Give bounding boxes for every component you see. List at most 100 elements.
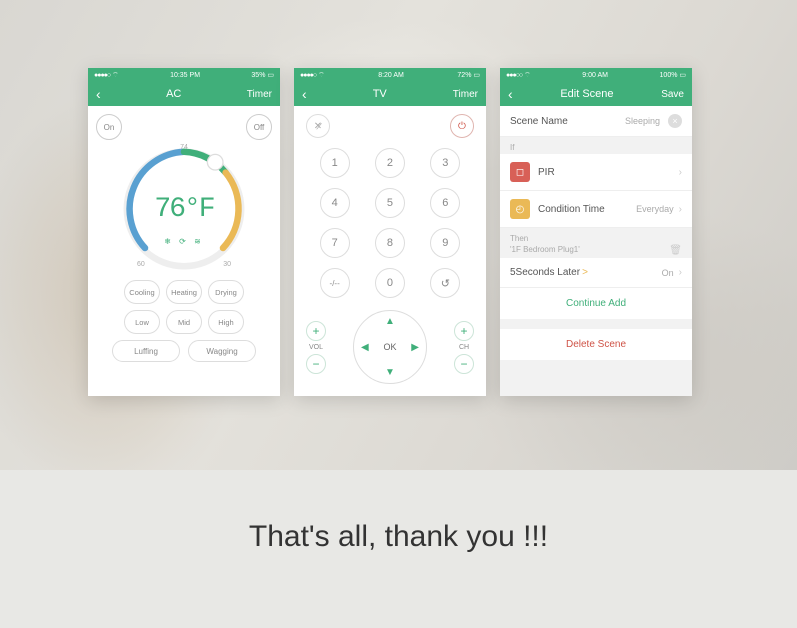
key-5[interactable]: 5 xyxy=(375,188,405,218)
off-button[interactable]: Off xyxy=(246,114,272,140)
arrow-down-icon[interactable]: ▼ xyxy=(385,367,395,378)
arrow-right-icon[interactable]: ▶ xyxy=(411,342,419,353)
delete-scene-button[interactable]: Delete Scene xyxy=(500,329,692,360)
arrow-up-icon[interactable]: ▲ xyxy=(385,316,395,327)
if-section: If xyxy=(500,137,692,154)
battery-pct: 35% xyxy=(251,72,265,79)
fan-high[interactable]: High xyxy=(208,310,244,334)
key-9[interactable]: 9 xyxy=(430,228,460,258)
luffing-button[interactable]: Luffing xyxy=(112,340,180,362)
pir-label: PIR xyxy=(538,167,674,178)
fan-low[interactable]: Low xyxy=(124,310,160,334)
continue-add-button[interactable]: Continue Add xyxy=(500,288,692,319)
battery-pct: 72% xyxy=(457,72,471,79)
scene-name-label: Scene Name xyxy=(510,116,625,127)
chevron-right-icon: › xyxy=(679,267,682,278)
ch-control: + CH − xyxy=(454,321,474,374)
key-7[interactable]: 7 xyxy=(320,228,350,258)
clock-icon: ◴ xyxy=(510,199,530,219)
condition-row[interactable]: ◴ Condition Time Everyday › xyxy=(500,191,692,228)
mode-drying[interactable]: Drying xyxy=(208,280,244,304)
then-device: '1F Bedroom Plug1' xyxy=(510,245,580,256)
vol-down[interactable]: − xyxy=(306,354,326,374)
key-back[interactable]: ↺ xyxy=(430,268,460,298)
ch-down[interactable]: − xyxy=(454,354,474,374)
clear-icon[interactable]: × xyxy=(668,114,682,128)
scene-name-row[interactable]: Scene Name Sleeping × xyxy=(500,106,692,137)
key-6[interactable]: 6 xyxy=(430,188,460,218)
back-button[interactable]: ‹ xyxy=(302,86,307,102)
scene-name-value: Sleeping xyxy=(625,116,660,126)
delay-row[interactable]: 5Seconds Later > On › xyxy=(500,258,692,288)
arrow-left-icon[interactable]: ◀ xyxy=(361,342,369,353)
wagging-button[interactable]: Wagging xyxy=(188,340,256,362)
fan-mid[interactable]: Mid xyxy=(166,310,202,334)
timer-button[interactable]: Timer xyxy=(247,89,272,100)
signal-icon: ●●●○○ xyxy=(506,72,522,79)
key-8[interactable]: 8 xyxy=(375,228,405,258)
key-1[interactable]: 1 xyxy=(320,148,350,178)
vol-control: + VOL − xyxy=(306,321,326,374)
pir-row[interactable]: ◻ PIR › xyxy=(500,154,692,191)
battery-pct: 100% xyxy=(660,72,678,79)
ch-label: CH xyxy=(459,344,469,351)
delay-value: On xyxy=(662,268,674,278)
condition-value: Everyday xyxy=(636,204,674,214)
wifi-icon: ⌔ xyxy=(318,72,325,79)
status-bar: ●●●●○ ⌔ 8:20 AM 72% ▭ xyxy=(294,68,486,82)
delay-label: 5Seconds Later xyxy=(510,267,580,278)
temp-value: 76°F xyxy=(119,144,249,274)
save-button[interactable]: Save xyxy=(661,89,684,100)
signal-icon: ●●●●○ xyxy=(94,72,110,79)
ac-phone: ●●●●○ ⌔ 10:35 PM 35% ▭ ‹ AC Timer On Off… xyxy=(88,68,280,396)
back-button[interactable]: ‹ xyxy=(96,86,101,102)
page-title: TV xyxy=(373,88,387,100)
ok-button[interactable]: OK xyxy=(383,342,396,352)
vol-up[interactable]: + xyxy=(306,321,326,341)
tv-phone: ●●●●○ ⌔ 8:20 AM 72% ▭ ‹ TV Timer ✕̷ ⏻ 1 … xyxy=(294,68,486,396)
mode-icons: ❄ ⟳ ≋ xyxy=(119,237,249,246)
status-bar: ●●●○○ ⌔ 9:00 AM 100% ▭ xyxy=(500,68,692,82)
page-title: AC xyxy=(166,88,181,100)
key-4[interactable]: 4 xyxy=(320,188,350,218)
mute-button[interactable]: ✕̷ xyxy=(306,114,330,138)
status-time: 9:00 AM xyxy=(582,72,608,79)
nav-bar: ‹ Edit Scene Save xyxy=(500,82,692,106)
chevron-right-icon: › xyxy=(679,204,682,215)
signal-icon: ●●●●○ xyxy=(300,72,316,79)
then-section: Then '1F Bedroom Plug1' 🗑 xyxy=(500,228,692,258)
nav-bar: ‹ TV Timer xyxy=(294,82,486,106)
delay-chevron-icon: > xyxy=(582,267,588,278)
dpad[interactable]: ▲ ▼ ◀ ▶ OK xyxy=(353,310,427,384)
chevron-right-icon: › xyxy=(679,167,682,178)
on-button[interactable]: On xyxy=(96,114,122,140)
condition-label: Condition Time xyxy=(538,204,636,215)
numpad: 1 2 3 4 5 6 7 8 9 -/-- 0 ↺ xyxy=(302,148,478,298)
key-3[interactable]: 3 xyxy=(430,148,460,178)
nav-bar: ‹ AC Timer xyxy=(88,82,280,106)
vol-label: VOL xyxy=(309,344,323,351)
timer-button[interactable]: Timer xyxy=(453,89,478,100)
status-time: 10:35 PM xyxy=(170,72,200,79)
page-title: Edit Scene xyxy=(560,88,613,100)
status-bar: ●●●●○ ⌔ 10:35 PM 35% ▭ xyxy=(88,68,280,82)
key-0[interactable]: 0 xyxy=(375,268,405,298)
ch-up[interactable]: + xyxy=(454,321,474,341)
then-label: Then xyxy=(510,234,528,243)
mode-heating[interactable]: Heating xyxy=(166,280,202,304)
back-button[interactable]: ‹ xyxy=(508,86,513,102)
status-time: 8:20 AM xyxy=(378,72,404,79)
scene-phone: ●●●○○ ⌔ 9:00 AM 100% ▭ ‹ Edit Scene Save… xyxy=(500,68,692,396)
wifi-icon: ⌔ xyxy=(524,72,531,79)
dial-max: 74 xyxy=(180,144,188,151)
dial-min-l: 60 xyxy=(137,261,145,268)
key-dash[interactable]: -/-- xyxy=(320,268,350,298)
footer-text: That's all, thank you !!! xyxy=(0,520,797,554)
trash-icon[interactable]: 🗑 xyxy=(669,245,682,256)
pir-icon: ◻ xyxy=(510,162,530,182)
power-button[interactable]: ⏻ xyxy=(450,114,474,138)
temp-dial[interactable]: 76°F ❄ ⟳ ≋ 74 60 30 xyxy=(119,144,249,274)
mode-cooling[interactable]: Cooling xyxy=(124,280,160,304)
wifi-icon: ⌔ xyxy=(112,72,119,79)
key-2[interactable]: 2 xyxy=(375,148,405,178)
